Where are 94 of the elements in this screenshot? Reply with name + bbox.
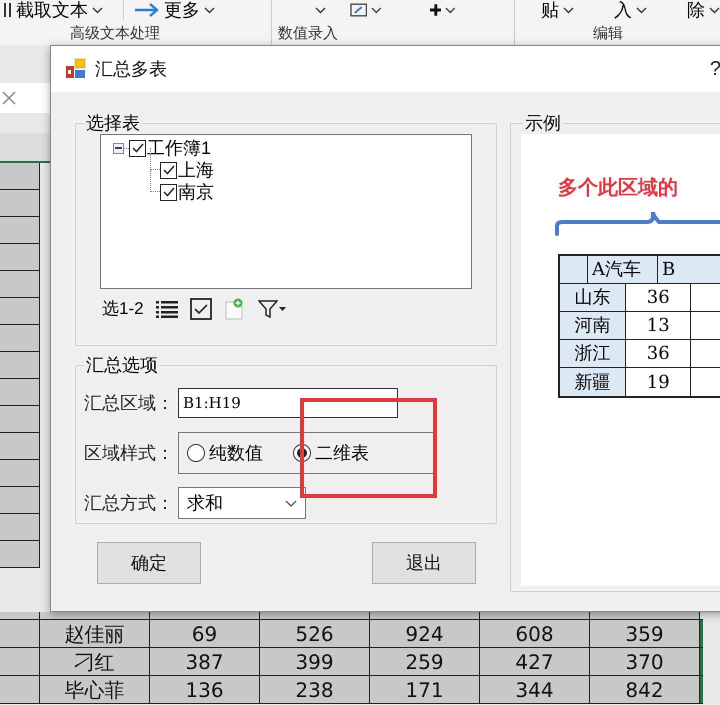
- table-cell: 608: [480, 620, 590, 647]
- checkbox[interactable]: [160, 184, 177, 200]
- caret-icon: [709, 6, 720, 14]
- group-title: 示例: [524, 114, 562, 132]
- text-tool-button[interactable]: 截取文本: [0, 1, 123, 19]
- table-cell: 毕心菲: [40, 676, 150, 703]
- method-select[interactable]: 求和: [178, 487, 306, 519]
- row-header: 河南: [560, 312, 626, 339]
- table-cell: 19: [626, 368, 692, 396]
- field-label: 汇总方式：: [83, 492, 175, 514]
- sheet-cell: [0, 406, 40, 433]
- tree-label[interactable]: 上海: [178, 159, 214, 181]
- column-header: A汽车: [588, 256, 658, 283]
- sheet-cell: [0, 460, 40, 487]
- table-cell: 238: [260, 676, 370, 703]
- window-title: 汇总多表: [95, 58, 167, 80]
- table-cell: 387: [150, 648, 260, 675]
- table-cell: 924: [370, 620, 480, 647]
- table-cell: 399: [260, 648, 370, 675]
- sheet-cell: [0, 190, 40, 217]
- chevron-down-icon: [285, 500, 297, 506]
- app-icon: [65, 58, 87, 80]
- tree-label[interactable]: 南京: [178, 181, 214, 203]
- column-header: B: [658, 256, 720, 283]
- table-cell: 赵佳丽: [40, 620, 150, 647]
- sheet-cell: [0, 433, 40, 460]
- table-cell: 36: [626, 284, 692, 311]
- table-cell: 427: [480, 648, 590, 675]
- filter-icon: [258, 299, 278, 319]
- ribbon-button[interactable]: 除: [687, 1, 720, 19]
- sheet-cell: [0, 217, 40, 244]
- row-header: 山东: [560, 284, 626, 311]
- sheet-cell: [0, 514, 40, 541]
- sheet-cell: [0, 541, 40, 568]
- row-header: 浙江: [560, 340, 626, 367]
- ribbon-button[interactable]: 入: [614, 1, 648, 19]
- table-cell: 136: [150, 676, 260, 703]
- group-title: 选择表: [85, 114, 141, 132]
- group-label: 编辑: [593, 26, 623, 41]
- list-icon[interactable]: [156, 300, 178, 318]
- table-cell: 69: [150, 620, 260, 647]
- exit-button[interactable]: 退出: [372, 542, 476, 584]
- sheet-cell: [0, 379, 40, 406]
- group-label: 数值录入: [278, 26, 338, 41]
- group-title: 汇总选项: [85, 356, 159, 374]
- help-button[interactable]: ?: [710, 54, 720, 84]
- collapse-icon[interactable]: [113, 142, 124, 154]
- table-cell: 36: [626, 340, 692, 367]
- caret-icon: [278, 307, 286, 311]
- caret-icon: [92, 6, 103, 14]
- table-cell: 842: [590, 676, 700, 703]
- field-label: 汇总区域：: [83, 392, 175, 414]
- sheet-cell: [0, 487, 40, 514]
- table-cell: 13: [626, 312, 692, 339]
- plus-icon: [430, 4, 442, 16]
- field-label: 区域样式：: [83, 442, 175, 464]
- caret-icon: [204, 6, 215, 14]
- table-cell: 344: [480, 676, 590, 703]
- tree-label[interactable]: 工作簿1: [147, 137, 212, 159]
- insert-icon: [350, 3, 368, 17]
- table-cell: 刁红: [40, 648, 150, 675]
- sheet-cell: [0, 298, 40, 325]
- more-button[interactable]: 更多: [124, 1, 272, 19]
- sheet-cell: [0, 163, 40, 190]
- confirm-button[interactable]: 确定: [97, 542, 201, 584]
- row-header: 新疆: [560, 368, 626, 396]
- sheet-cell: [0, 325, 40, 352]
- caret-icon: [636, 6, 648, 14]
- caret-icon: [445, 6, 456, 14]
- example-caption: 多个此区域的: [558, 178, 679, 198]
- sheet-cell: [0, 244, 40, 271]
- checkbox[interactable]: [160, 162, 177, 178]
- sheet-cell: [0, 271, 40, 298]
- checkbox-icon[interactable]: [190, 298, 212, 320]
- caret-icon: [371, 6, 382, 14]
- ribbon-button[interactable]: 贴: [541, 1, 574, 19]
- table-cell: 259: [370, 648, 480, 675]
- radio-option[interactable]: 纯数值: [187, 440, 263, 466]
- checkbox[interactable]: [129, 140, 146, 156]
- selection-count: 选1-2: [102, 298, 144, 320]
- filter-button[interactable]: [258, 299, 286, 319]
- table-cell: 359: [590, 620, 700, 647]
- bars-icon: [4, 3, 12, 17]
- group-label: 高级文本处理: [70, 26, 160, 41]
- close-icon[interactable]: [2, 91, 16, 105]
- table-cell: 171: [370, 676, 480, 703]
- range-input[interactable]: B1:H19: [178, 388, 398, 418]
- caret-icon: [315, 6, 326, 14]
- radio-option[interactable]: 二维表: [293, 440, 369, 466]
- table-cell: 526: [260, 620, 370, 647]
- caret-icon: [563, 6, 574, 14]
- table-cell: 370: [590, 648, 700, 675]
- arrow-right-icon: [134, 3, 160, 17]
- sheet-cell: [0, 352, 40, 379]
